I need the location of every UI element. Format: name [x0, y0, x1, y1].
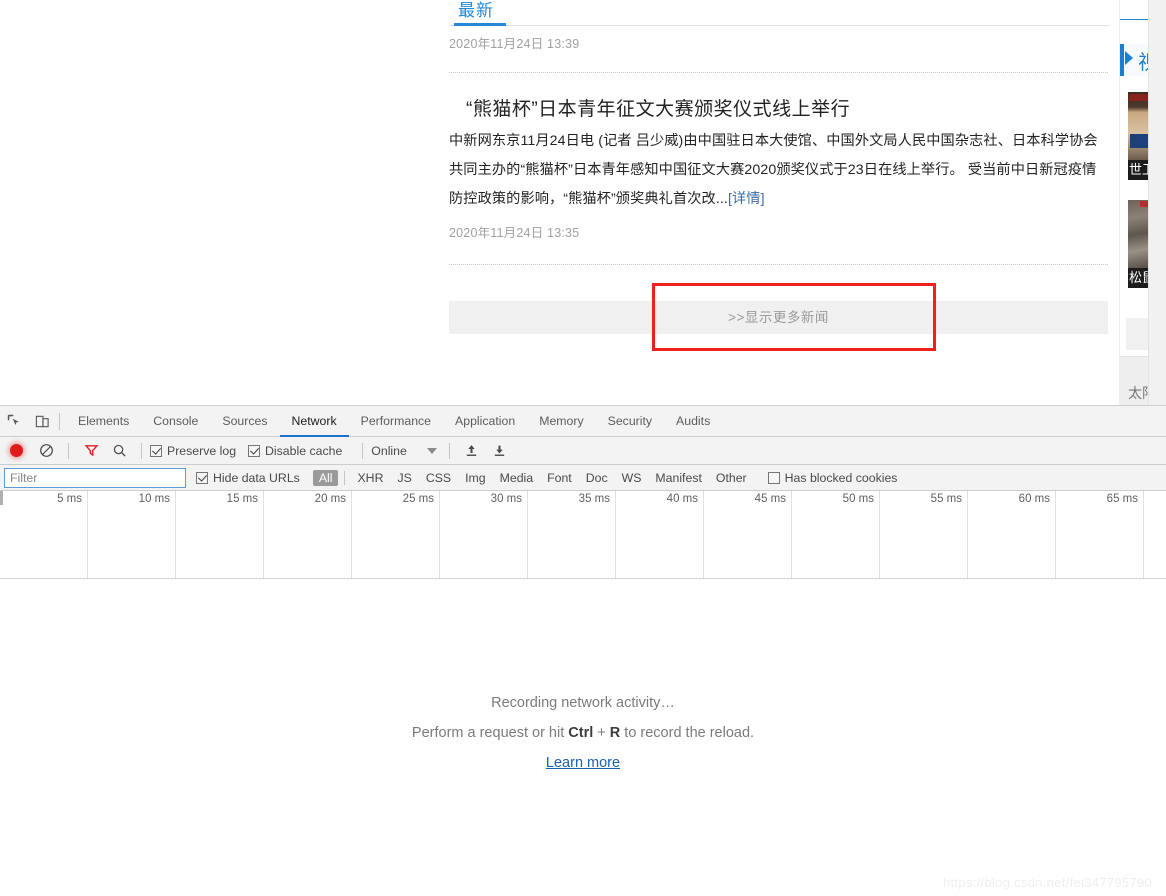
article-body: 中新网东京11月24日电 (记者 吕少威)由中国驻日本大使馆、中国外文局人民中国… — [449, 127, 1109, 214]
toolbar-separator — [141, 442, 142, 459]
tab-active-underline — [454, 23, 506, 26]
checkbox-box — [150, 444, 162, 457]
article-detail-link[interactable]: [详情] — [728, 191, 765, 207]
tab-console[interactable]: Console — [141, 406, 210, 437]
filter-type-css[interactable]: CSS — [420, 470, 457, 486]
clear-icon[interactable] — [32, 435, 60, 466]
toolbar-separator — [344, 470, 346, 485]
has-blocked-cookies-label: Has blocked cookies — [784, 470, 898, 485]
network-timeline-ruler[interactable]: 5 ms 10 ms 15 ms 20 ms 25 ms 30 ms 35 ms… — [0, 491, 1166, 579]
toolbar-separator — [362, 442, 364, 459]
filter-type-font[interactable]: Font — [541, 470, 578, 486]
disable-cache-checkbox[interactable]: Disable cache — [248, 444, 342, 458]
ruler-tick: 20 ms — [264, 491, 352, 578]
triangle-right-icon — [1125, 51, 1133, 65]
record-button-icon[interactable] — [10, 444, 23, 457]
checkbox-box — [767, 471, 780, 484]
tab-performance[interactable]: Performance — [349, 406, 443, 437]
toolbar-separator — [59, 412, 60, 430]
list-divider — [449, 72, 1108, 73]
news-tabbar: 最新 — [449, 0, 1109, 26]
list-divider-bottom — [449, 264, 1108, 265]
recording-hint-text: Perform a request or hit Ctrl + R to rec… — [0, 725, 1166, 741]
shortcut-key-r: R — [609, 725, 621, 741]
chevron-down-icon[interactable] — [426, 447, 437, 454]
hide-data-urls-checkbox[interactable]: Hide data URLs — [196, 471, 300, 485]
ruler-tick: 40 ms — [616, 491, 704, 578]
tab-latest[interactable]: 最新 — [458, 0, 494, 25]
page-scrollbar[interactable] — [1148, 0, 1166, 405]
ruler-tick: 5 ms — [0, 491, 88, 578]
article-headline[interactable]: “熊猫杯”日本青年征文大赛颁奖仪式线上举行 — [466, 94, 850, 121]
shortcut-key-ctrl: Ctrl — [568, 725, 594, 741]
ruler-tick: 45 ms — [704, 491, 792, 578]
checkbox-box — [196, 471, 208, 484]
devtools-tabbar: Elements Console Sources Network Perform… — [0, 406, 1166, 437]
filter-type-manifest[interactable]: Manifest — [649, 470, 707, 486]
show-more-news-button[interactable]: >>显示更多新闻 — [449, 301, 1108, 334]
hint-prefix: Perform a request or hit — [411, 725, 569, 741]
toolbar-separator — [448, 442, 450, 459]
shortcut-plus: + — [593, 725, 610, 741]
toggle-device-toolbar-icon[interactable] — [28, 406, 56, 437]
filter-funnel-icon[interactable] — [77, 435, 105, 466]
inspect-element-icon[interactable] — [0, 406, 28, 437]
watermark-text: https://blog.csdn.net/fei347795790 — [943, 875, 1152, 890]
learn-more-link[interactable]: Learn more — [546, 755, 620, 771]
network-filter-bar: Hide data URLs All XHR JS CSS Img Media … — [0, 465, 1166, 491]
article-timestamp: 2020年11月24日 13:35 — [449, 226, 580, 240]
checkbox-box — [248, 444, 261, 457]
filter-type-doc[interactable]: Doc — [580, 470, 614, 486]
filter-type-js[interactable]: JS — [391, 470, 417, 486]
preserve-log-label: Preserve log — [167, 443, 237, 458]
filter-type-media[interactable]: Media — [494, 470, 540, 486]
preserve-log-checkbox[interactable]: Preserve log — [150, 444, 236, 458]
search-icon[interactable] — [105, 435, 133, 466]
tab-audits[interactable]: Audits — [664, 406, 722, 437]
article-body-text: 中新网东京11月24日电 (记者 吕少威)由中国驻日本大使馆、中国外文局人民中国… — [449, 133, 1098, 207]
entry-timestamp: 2020年11月24日 13:39 — [449, 37, 580, 51]
ruler-tick: 35 ms — [528, 491, 616, 578]
ruler-tick: 50 ms — [792, 491, 880, 578]
filter-type-img[interactable]: Img — [459, 470, 492, 486]
web-page-viewport: 最新 2020年11月24日 13:39 “熊猫杯”日本青年征文大赛颁奖仪式线上… — [0, 0, 1166, 405]
news-column: 最新 2020年11月24日 13:39 “熊猫杯”日本青年征文大赛颁奖仪式线上… — [449, 0, 1109, 334]
ruler-tick: 25 ms — [352, 491, 440, 578]
filter-input[interactable] — [4, 467, 186, 488]
tab-memory[interactable]: Memory — [527, 406, 595, 437]
filter-type-all[interactable]: All — [312, 469, 339, 486]
tab-application[interactable]: Application — [443, 406, 527, 437]
devtools-panel: Elements Console Sources Network Perform… — [0, 405, 1166, 896]
disable-cache-label: Disable cache — [265, 443, 343, 458]
has-blocked-cookies-checkbox[interactable]: Has blocked cookies — [767, 470, 898, 485]
ruler-tick: 60 ms — [968, 491, 1056, 578]
network-toolbar: Preserve log Disable cache Online — [0, 437, 1166, 465]
ruler-tick: 15 ms — [176, 491, 264, 578]
toolbar-separator — [68, 442, 69, 459]
export-har-icon[interactable] — [486, 435, 514, 466]
network-empty-state: Recording network activity… Perform a re… — [0, 579, 1166, 896]
tab-sources[interactable]: Sources — [210, 406, 279, 437]
hint-suffix: to record the reload. — [620, 725, 755, 741]
ruler-tick: 30 ms — [440, 491, 528, 578]
ruler-tick: 55 ms — [880, 491, 968, 578]
ruler-tick: 65 ms — [1056, 491, 1144, 578]
filter-type-ws[interactable]: WS — [616, 470, 648, 486]
tab-network[interactable]: Network — [280, 406, 349, 437]
tab-elements[interactable]: Elements — [66, 406, 141, 437]
ruler-tick: 10 ms — [88, 491, 176, 578]
recording-status-text: Recording network activity… — [491, 695, 675, 711]
filter-type-xhr[interactable]: XHR — [351, 470, 389, 486]
hide-data-urls-label: Hide data URLs — [213, 470, 300, 485]
throttling-select-value[interactable]: Online — [371, 444, 407, 458]
tab-security[interactable]: Security — [596, 406, 664, 437]
import-har-icon[interactable] — [458, 435, 486, 466]
filter-type-other[interactable]: Other — [710, 470, 753, 486]
